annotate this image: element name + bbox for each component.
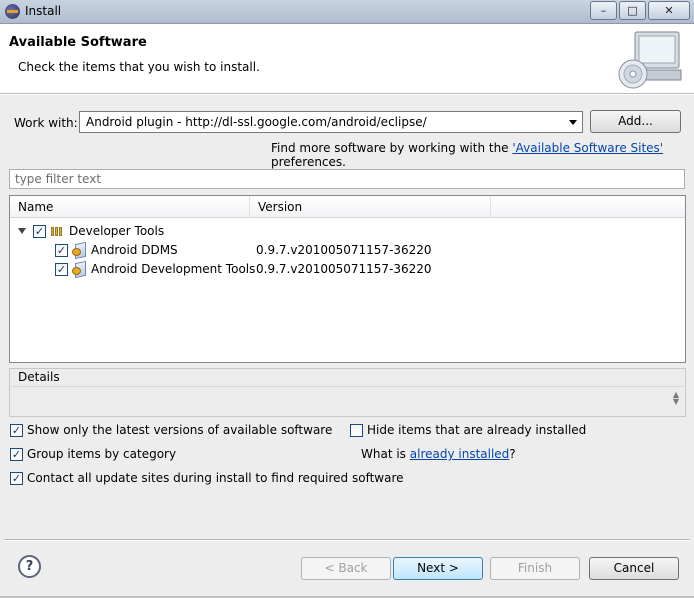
install-banner-icon <box>618 31 682 89</box>
available-sites-hint: Find more software by working with the '… <box>271 141 694 169</box>
item-name: Android Development Tools <box>91 262 256 276</box>
details-group: Details ▲ ▼ <box>9 368 686 417</box>
group-category-label: Group items by category <box>27 447 177 461</box>
hint-suffix: preferences. <box>271 155 346 169</box>
page-subtitle: Check the items that you wish to install… <box>18 60 260 74</box>
hide-installed-option[interactable]: Hide items that are already installed <box>350 423 586 437</box>
page-title: Available Software <box>9 35 147 50</box>
already-installed-link[interactable]: already installed <box>410 447 510 461</box>
contact-sites-option[interactable]: ✓ Contact all update sites during instal… <box>10 471 404 485</box>
what-is-prefix: What is <box>361 447 410 461</box>
what-is-suffix: ? <box>509 447 516 461</box>
title-bar: Install – □ ✕ <box>0 0 694 24</box>
column-name[interactable]: Name <box>10 196 250 218</box>
details-text <box>11 386 684 415</box>
back-button[interactable]: < Back <box>301 557 391 580</box>
dropdown-arrow-icon[interactable] <box>569 120 577 125</box>
group-category-option[interactable]: ✓ Group items by category <box>10 447 176 461</box>
category-checkbox[interactable]: ✓ <box>33 224 46 238</box>
maximize-button[interactable]: □ <box>619 1 646 20</box>
work-with-combo[interactable]: Android plugin - http://dl-ssl.google.co… <box>79 111 583 133</box>
category-label: Developer Tools <box>69 224 165 238</box>
details-label: Details <box>18 370 60 384</box>
window-title: Install <box>25 4 62 18</box>
tree-header: Name Version <box>10 196 685 218</box>
finish-button[interactable]: Finish <box>490 557 580 580</box>
item-name: Android DDMS <box>91 243 178 257</box>
column-empty <box>491 196 685 218</box>
details-scroll-icon[interactable]: ▲ ▼ <box>673 391 679 406</box>
item-checkbox[interactable]: ✓ <box>55 262 68 276</box>
tree-row-item[interactable]: ✓ Android Development Tools <box>55 260 255 278</box>
show-latest-checkbox[interactable]: ✓ <box>10 423 23 437</box>
add-site-button[interactable]: Add... <box>590 110 681 133</box>
software-tree[interactable]: Name Version ✓ Developer Tools ✓ Android… <box>9 195 686 363</box>
show-latest-option[interactable]: ✓ Show only the latest versions of avail… <box>10 423 332 437</box>
close-button[interactable]: ✕ <box>648 1 690 20</box>
group-category-checkbox[interactable]: ✓ <box>10 447 23 461</box>
contact-sites-label: Contact all update sites during install … <box>27 471 404 485</box>
minimize-button[interactable]: – <box>590 1 617 20</box>
what-is-installed: What is already installed? <box>361 447 516 461</box>
cancel-button[interactable]: Cancel <box>589 557 679 580</box>
hide-installed-label: Hide items that are already installed <box>367 423 587 437</box>
contact-sites-checkbox[interactable]: ✓ <box>10 471 23 485</box>
available-sites-link[interactable]: 'Available Software Sites' <box>512 141 663 155</box>
column-version[interactable]: Version <box>250 196 491 218</box>
eclipse-icon <box>5 4 20 19</box>
help-icon[interactable]: ? <box>18 555 41 578</box>
hint-prefix: Find more software by working with the <box>271 141 513 155</box>
work-with-label: Work with: <box>14 116 78 130</box>
item-checkbox[interactable]: ✓ <box>55 243 68 257</box>
filter-input[interactable]: type filter text <box>9 169 685 189</box>
feature-icon <box>71 242 87 258</box>
item-version: 0.9.7.v201005071157-36220 <box>256 243 432 257</box>
feature-icon <box>71 261 87 277</box>
dialog-body: Work with: Android plugin - http://dl-ss… <box>0 95 694 598</box>
category-icon <box>51 226 63 236</box>
wizard-header: Available Software Check the items that … <box>0 24 694 94</box>
expander-icon[interactable] <box>18 228 26 234</box>
tree-row-category[interactable]: ✓ Developer Tools <box>18 222 164 240</box>
footer-separator <box>4 539 690 541</box>
hide-installed-checkbox[interactable] <box>350 423 363 437</box>
next-button[interactable]: Next > <box>393 557 483 580</box>
show-latest-label: Show only the latest versions of availab… <box>27 423 333 437</box>
tree-row-item[interactable]: ✓ Android DDMS <box>55 241 178 259</box>
work-with-value: Android plugin - http://dl-ssl.google.co… <box>86 115 427 129</box>
window-controls: – □ ✕ <box>588 1 690 20</box>
item-version: 0.9.7.v201005071157-36220 <box>256 262 432 276</box>
